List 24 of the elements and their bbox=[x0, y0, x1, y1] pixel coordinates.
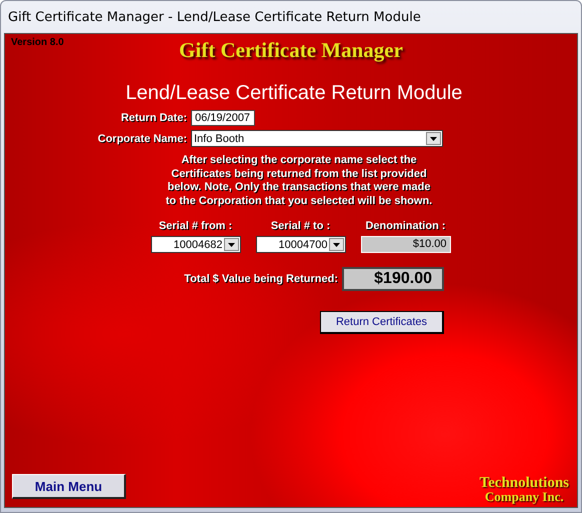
version-label: Version 8.0 bbox=[11, 37, 64, 48]
company-name: Technolutions bbox=[480, 477, 569, 490]
field-label: Serial # from : bbox=[158, 220, 232, 232]
field-label: Denomination : bbox=[365, 220, 446, 232]
main-menu-button[interactable]: Main Menu bbox=[12, 474, 126, 499]
total-value-field: $190.00 bbox=[342, 267, 444, 292]
field-label: Total $ Value being Returned: bbox=[184, 273, 338, 286]
company-name: Company Inc. bbox=[484, 490, 564, 503]
date-field[interactable]: 06/19/2007 bbox=[191, 110, 255, 126]
return-certificates-button[interactable]: Return Certificates bbox=[320, 311, 444, 334]
field-label: Serial # to : bbox=[270, 220, 330, 232]
caret-icon bbox=[430, 136, 437, 140]
serial-to-dropdown[interactable]: 10004700 bbox=[256, 236, 346, 254]
module-heading: Lend/Lease Certificate Return Module bbox=[124, 82, 464, 105]
serial-from-dropdown[interactable]: 10004682 bbox=[150, 236, 240, 254]
instructions-text: After selecting the corporate name select the Certificates being returned from the list provided below. Note, Only the transactions that were made to the Corporation that you selected will be shown. bbox=[164, 154, 434, 208]
caret-icon bbox=[228, 242, 234, 247]
app-title: Gift Certificate Manager bbox=[179, 38, 403, 62]
denomination-field: $10.00 bbox=[360, 236, 450, 254]
field-label: Corporate Name: bbox=[96, 132, 188, 144]
field-label: Return Date: bbox=[120, 112, 188, 124]
corporate-dropdown[interactable]: Info Booth bbox=[191, 130, 443, 147]
window-title: Gift Certificate Manager - Lend/Lease Certificate Return Module bbox=[8, 10, 421, 24]
caret-icon bbox=[332, 242, 340, 247]
